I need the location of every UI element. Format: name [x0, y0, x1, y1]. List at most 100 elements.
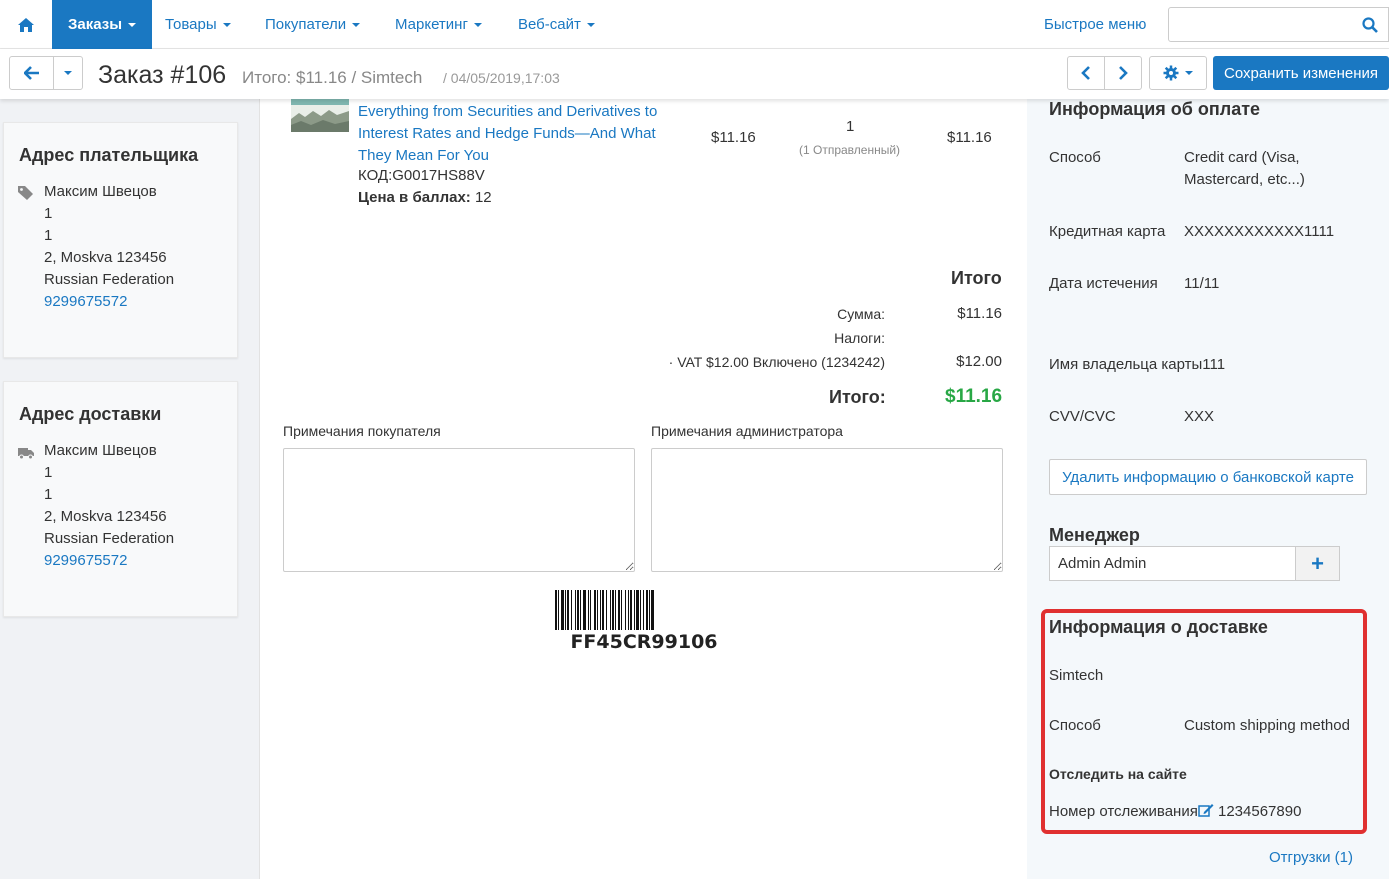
home-icon [18, 17, 34, 32]
page-title: Заказ #106 [98, 61, 227, 89]
search-button[interactable] [1351, 7, 1389, 42]
caret-down-icon [64, 71, 72, 75]
barcode-bar [583, 590, 586, 630]
nav-customers[interactable]: Покупатели [249, 0, 376, 49]
barcode-bar [580, 590, 581, 630]
admin-notes-label: Примечания администратора [651, 423, 843, 439]
subtotal-value: $11.16 [957, 305, 1002, 322]
credit-card-value: XXXXXXXXXXXX1111 [1184, 223, 1335, 240]
vat-value: $12.00 [956, 353, 1002, 370]
shipping-line2: 1 [44, 486, 53, 503]
back-button[interactable] [9, 56, 54, 90]
page-subtitle: Итого: $11.16 / Simtech [242, 68, 423, 87]
barcode-bar [643, 590, 644, 630]
caret-down-icon [586, 22, 595, 27]
quick-menu-link[interactable]: Быстрое меню [1044, 16, 1146, 33]
credit-card-label: Кредитная карта [1049, 223, 1166, 240]
shipping-method-value: Custom shipping method [1184, 717, 1350, 734]
barcode-bar [597, 590, 598, 630]
barcode-bar [565, 590, 566, 630]
barcode-bar [630, 590, 632, 630]
billing-name: Максим Швецов [44, 183, 157, 200]
barcode-bar [561, 590, 564, 630]
caret-down-icon [352, 22, 361, 27]
shipping-address-card: Адрес доставки Максим Швецов 1 1 2, Mosk… [3, 381, 238, 617]
totals-heading: Итого [951, 268, 1002, 288]
billing-line1: 1 [44, 205, 53, 222]
cardholder-row: Имя владельца карты111 [1049, 356, 1225, 373]
prev-order-button[interactable] [1067, 56, 1105, 90]
barcode-bar [567, 590, 569, 630]
nav-products[interactable]: Товары [149, 0, 247, 49]
shipping-address-lines: Максим Швецов 1 1 2, Moskva 123456 Russi… [44, 440, 174, 572]
product-quantity-status: (1 Отправленный) [799, 143, 901, 157]
left-sidebar: Адрес плательщика Максим Швецов 1 1 2, M… [0, 99, 260, 879]
barcode-bar [606, 590, 607, 630]
expiry-label: Дата истечения [1049, 275, 1158, 292]
nav-marketing[interactable]: Маркетинг [379, 0, 498, 49]
barcode-bar [590, 590, 591, 630]
cvv-value: XXX [1184, 408, 1215, 425]
shipping-phone-link[interactable]: 9299675572 [44, 552, 127, 569]
barcode-bar [558, 590, 559, 630]
add-manager-button[interactable]: + [1295, 546, 1340, 581]
barcode-bar [577, 590, 579, 630]
customer-notes-textarea[interactable] [283, 448, 635, 572]
barcode-bar [555, 590, 557, 630]
manager-select[interactable]: Admin Admin [1049, 546, 1296, 581]
grand-total-label: Итого: [829, 387, 886, 407]
tag-icon [18, 186, 33, 200]
product-name-link[interactable]: Everything from Securities and Derivativ… [358, 101, 668, 167]
barcode-image [555, 590, 654, 630]
taxes-label: Налоги: [834, 330, 885, 346]
shipments-link[interactable]: Отгрузки (1) [1269, 849, 1353, 866]
admin-notes-textarea[interactable] [651, 448, 1003, 572]
grand-total-value: $11.16 [945, 386, 1003, 407]
shipping-info-heading: Информация о доставке [1049, 617, 1268, 637]
shipping-country: Russian Federation [44, 530, 175, 547]
shipping-name: Максим Швецов [44, 442, 157, 459]
barcode-text: FF45CR99106 [570, 631, 718, 653]
billing-phone-link[interactable]: 9299675572 [44, 293, 127, 310]
product-points: Цена в баллах: 12 [358, 189, 492, 206]
truck-icon [18, 448, 34, 460]
barcode-bar [602, 590, 604, 630]
barcode-bar [588, 590, 589, 630]
barcode-bar [575, 590, 576, 630]
settings-dropdown-button[interactable] [1149, 56, 1207, 90]
billing-address-card: Адрес плательщика Максим Швецов 1 1 2, M… [3, 122, 238, 358]
search-input[interactable] [1168, 7, 1352, 42]
nav-products-label: Товары [165, 16, 217, 33]
points-value: 12 [474, 189, 492, 206]
nav-website[interactable]: Веб-сайт [502, 0, 611, 49]
shipping-address-title: Адрес доставки [19, 404, 162, 424]
shipping-line1: 1 [44, 464, 53, 481]
edit-icon[interactable] [1198, 803, 1214, 817]
save-changes-button[interactable]: Сохранить изменения [1213, 56, 1389, 90]
shipping-method-label: Способ [1049, 717, 1101, 734]
barcode-bar [646, 590, 648, 630]
track-on-site-label: Отследить на сайте [1049, 766, 1187, 782]
product-thumbnail[interactable] [291, 99, 349, 132]
home-button[interactable] [0, 0, 52, 49]
nav-customers-label: Покупатели [265, 16, 347, 33]
payment-info-heading: Информация об оплате [1049, 99, 1261, 119]
barcode-bar [612, 590, 614, 630]
cardholder-value: 111 [1202, 356, 1226, 373]
payment-method-value: Credit card (Visa, Mastercard, etc...) [1184, 149, 1305, 188]
payment-method-label: Способ [1049, 149, 1101, 166]
delete-card-info-button[interactable]: Удалить информацию о банковской карте [1049, 459, 1367, 495]
barcode-bar [649, 590, 650, 630]
billing-country: Russian Federation [44, 271, 175, 288]
chevron-right-icon [1119, 66, 1128, 80]
next-order-button[interactable] [1104, 56, 1142, 90]
billing-line2: 1 [44, 227, 53, 244]
nav-marketing-label: Маркетинг [395, 16, 468, 33]
tracking-value: 1234567890 [1218, 803, 1302, 820]
nav-orders[interactable]: Заказы [52, 0, 153, 49]
order-toolbar: Заказ #106 Итого: $11.16 / Simtech / 04/… [0, 49, 1389, 99]
search-icon [1361, 16, 1378, 33]
product-code: КОД:G0017HS88V [358, 167, 485, 184]
cvv-label: CVV/CVC [1049, 408, 1116, 425]
back-dropdown-button[interactable] [53, 56, 83, 90]
